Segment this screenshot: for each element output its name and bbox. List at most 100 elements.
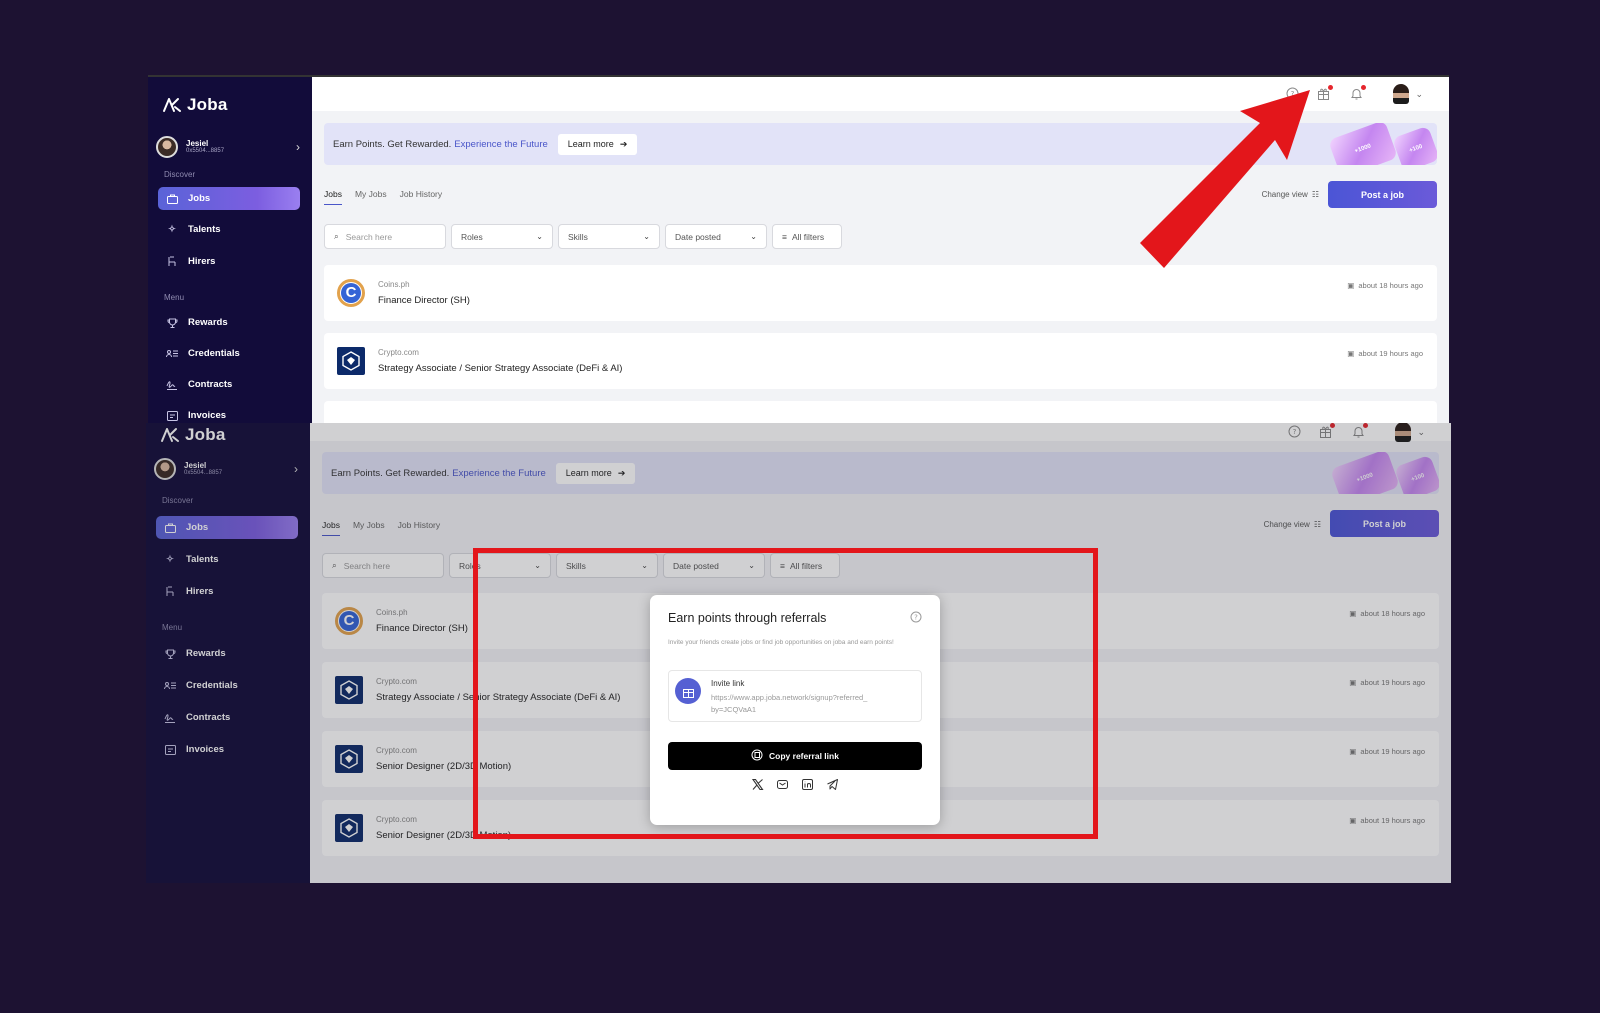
sidebar-item-credentials[interactable]: Credentials: [158, 342, 300, 365]
coins-logo: C: [335, 607, 363, 635]
notification-dot: [1361, 85, 1366, 90]
sidebar-item-rewards[interactable]: Rewards: [156, 642, 298, 665]
bell-icon[interactable]: [1352, 423, 1368, 439]
banner-text: Earn Points. Get Rewarded.: [331, 467, 450, 479]
sidebar-item-credentials[interactable]: Credentials: [156, 674, 298, 697]
search-input[interactable]: ⌕ Search here: [324, 224, 446, 249]
app-name: Joba: [185, 425, 226, 444]
sidebar-item-label: Invoices: [186, 744, 225, 755]
profile-menu[interactable]: ⌄: [1393, 84, 1423, 104]
sparkle-icon: ✧: [168, 224, 176, 235]
learn-more-label: Learn more: [565, 468, 612, 478]
section-menu: Menu: [164, 293, 185, 302]
sidebar-item-jobs[interactable]: Jobs: [158, 187, 300, 210]
sidebar-item-hirers[interactable]: Hirers: [158, 250, 300, 273]
sidebar-item-label: Talents: [186, 554, 219, 565]
job-posted-time: ▣ about 19 hours ago: [1347, 349, 1423, 358]
all-filters-button[interactable]: ≡ All filters: [772, 224, 842, 249]
job-time-text: about 19 hours ago: [1360, 747, 1425, 756]
sidebar-item-contracts[interactable]: Contracts: [158, 373, 300, 396]
post-job-button[interactable]: Post a job: [1328, 181, 1437, 208]
crypto-com-logo: [335, 814, 363, 842]
tab-my-jobs[interactable]: My Jobs: [353, 520, 385, 536]
logo[interactable]: Joba: [162, 95, 227, 115]
sidebar-item-talents[interactable]: ✧ Talents: [158, 218, 300, 241]
avatar: [154, 458, 176, 480]
sidebar-item-invoices[interactable]: Invoices: [158, 404, 300, 423]
sparkle-icon: ✧: [166, 554, 174, 565]
job-company: Crypto.com: [378, 348, 419, 357]
sidebar-item-contracts[interactable]: Contracts: [156, 706, 298, 729]
banner-highlight: Experience the Future: [454, 138, 548, 150]
bell-icon[interactable]: [1350, 85, 1366, 101]
chevron-right-icon: ›: [294, 462, 298, 476]
tab-my-jobs[interactable]: My Jobs: [355, 189, 387, 205]
calendar-icon: ▣: [1349, 747, 1357, 756]
user-name: Jesiel: [186, 138, 209, 148]
tab-job-history[interactable]: Job History: [398, 520, 441, 536]
joba-logo-icon: [163, 98, 181, 112]
trophy-icon: [164, 648, 176, 660]
roles-label: Roles: [461, 231, 483, 242]
sidebar-item-rewards[interactable]: Rewards: [158, 311, 300, 334]
section-menu: Menu: [162, 623, 183, 632]
reward-coin: +1000: [1329, 452, 1401, 494]
reward-coin: +1000: [1327, 123, 1399, 165]
user-name: Jesiel: [184, 460, 207, 470]
briefcase-icon: [164, 522, 176, 534]
change-view-toggle[interactable]: Change view ☷: [1264, 520, 1321, 529]
sidebar-item-hirers[interactable]: Hirers: [156, 580, 298, 603]
roles-dropdown[interactable]: Roles ⌄: [451, 224, 553, 249]
app-name: Joba: [187, 95, 228, 114]
learn-more-button[interactable]: Learn more ➔: [557, 133, 638, 155]
all-filters-label: All filters: [791, 231, 825, 242]
tab-jobs[interactable]: Jobs: [324, 189, 342, 205]
reward-coins-graphic: +1000 +100: [1329, 452, 1439, 494]
sidebar: Joba Jesiel 0x5504...8857 › Discover Job…: [146, 423, 310, 883]
chevron-down-icon: ⌄: [750, 232, 757, 241]
list-view-icon[interactable]: ☷: [1314, 520, 1321, 529]
skills-label: Skills: [568, 231, 588, 242]
svg-text:?: ?: [1293, 428, 1297, 436]
change-view-label: Change view: [1263, 520, 1310, 529]
chair-icon: [166, 256, 178, 268]
chevron-down-icon: ⌄: [1417, 426, 1425, 437]
tab-jobs[interactable]: Jobs: [322, 520, 340, 536]
logo[interactable]: Joba: [160, 425, 225, 445]
chevron-right-icon: ›: [296, 140, 300, 154]
sidebar-item-jobs[interactable]: Jobs: [156, 516, 298, 539]
search-input[interactable]: ⌕ Search here: [322, 553, 444, 578]
skills-dropdown[interactable]: Skills ⌄: [558, 224, 660, 249]
date-posted-label: Date posted: [675, 231, 721, 242]
user-address: 0x5504...8857: [186, 148, 225, 155]
avatar: [1395, 423, 1412, 442]
user-switcher[interactable]: Jesiel 0x5504...8857 ›: [156, 129, 304, 165]
tab-job-history[interactable]: Job History: [400, 189, 443, 205]
invoice-icon: [164, 744, 176, 756]
notification-dot: [1328, 85, 1333, 90]
chair-icon: [164, 586, 176, 598]
job-card[interactable]: C Coins.ph Finance Director (SH) ▣ about …: [324, 265, 1437, 321]
job-card[interactable]: Crypto.com Strategy Associate / Senior S…: [324, 333, 1437, 389]
sidebar-item-talents[interactable]: ✧ Talents: [156, 548, 298, 571]
user-address: 0x5504...8857: [184, 470, 223, 477]
filter-icon: ≡: [782, 231, 787, 242]
date-posted-dropdown[interactable]: Date posted ⌄: [665, 224, 767, 249]
job-tabs: Jobs My Jobs Job History: [322, 520, 440, 536]
sidebar-item-invoices[interactable]: Invoices: [156, 738, 298, 761]
arrow-right-icon: ➔: [619, 138, 628, 149]
sidebar-item-label: Invoices: [188, 410, 227, 421]
help-icon[interactable]: ?: [1288, 425, 1302, 439]
learn-more-button[interactable]: Learn more ➔: [555, 462, 636, 484]
calendar-icon: ▣: [1349, 678, 1357, 687]
post-job-button[interactable]: Post a job: [1330, 510, 1439, 537]
job-title: Strategy Associate / Senior Strategy Ass…: [378, 363, 623, 374]
job-time-text: about 18 hours ago: [1358, 281, 1423, 290]
job-card[interactable]: [324, 401, 1437, 423]
gift-icon[interactable]: [1319, 423, 1335, 439]
chevron-down-icon: ⌄: [1415, 88, 1423, 99]
topbar: ? ⌄: [310, 423, 1451, 442]
user-switcher[interactable]: Jesiel 0x5504...8857 ›: [154, 451, 302, 487]
profile-menu[interactable]: ⌄: [1395, 423, 1425, 442]
invoice-icon: [166, 410, 178, 422]
